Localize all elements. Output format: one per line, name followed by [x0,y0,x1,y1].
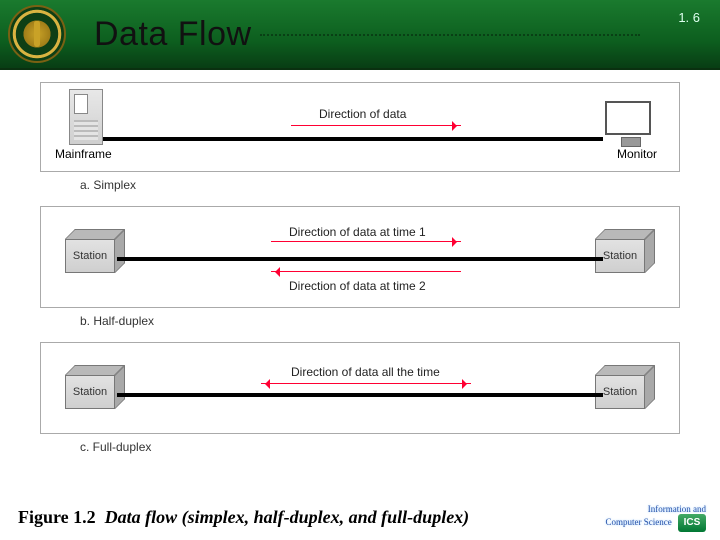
data-link-line [117,257,603,261]
dept-line-2: Computer Science [606,517,672,527]
header-dotted-rule [260,34,640,36]
station-right-label: Station [595,375,645,409]
figure-caption: Figure 1.2 Data flow (simplex, half-dupl… [18,507,469,528]
station-right-icon: Station [595,229,655,273]
station-left-icon: Station [65,229,125,273]
university-seal-icon [8,5,66,63]
figure-text: Data flow (simplex, half-duplex, and ful… [105,507,470,527]
slide-header: Data Flow 1. 6 [0,0,720,70]
panel-caption-a: a. Simplex [80,178,680,192]
arrow-label-1: Direction of data at time 1 [289,225,426,239]
data-link-line [103,137,603,141]
station-left-label: Station [65,239,115,273]
station-right-icon: Station [595,365,655,409]
arrow-label: Direction of data [319,107,406,121]
figure-number: Figure 1.2 [18,507,96,527]
station-left-icon: Station [65,365,125,409]
panel-simplex: Mainframe Monitor Direction of data [40,82,680,172]
ics-badge-icon: ICS [678,514,706,532]
arrow-label-2: Direction of data at time 2 [289,279,426,293]
department-footer: Information and Computer Science ICS [606,505,706,532]
panel-caption-b: b. Half-duplex [80,314,680,328]
arrow-label: Direction of data all the time [291,365,440,379]
arrow-right-icon [291,125,461,126]
panel-caption-c: c. Full-duplex [80,440,680,454]
station-left-label: Station [65,375,115,409]
data-link-line [117,393,603,397]
station-right-label: Station [595,239,645,273]
monitor-label: Monitor [617,147,657,161]
page-number: 1. 6 [678,10,700,25]
mainframe-icon [69,89,103,145]
arrow-right-icon [271,241,461,242]
panel-full-duplex: Station Station Direction of data all th… [40,342,680,434]
arrow-left-icon [261,383,471,384]
arrow-left-icon [271,271,461,272]
dept-line-1: Information and [648,504,706,514]
diagram-area: Mainframe Monitor Direction of data a. S… [0,70,720,454]
slide-title: Data Flow [94,15,252,54]
mainframe-label: Mainframe [55,147,112,161]
monitor-icon [605,101,651,135]
panel-half-duplex: Station Station Direction of data at tim… [40,206,680,308]
